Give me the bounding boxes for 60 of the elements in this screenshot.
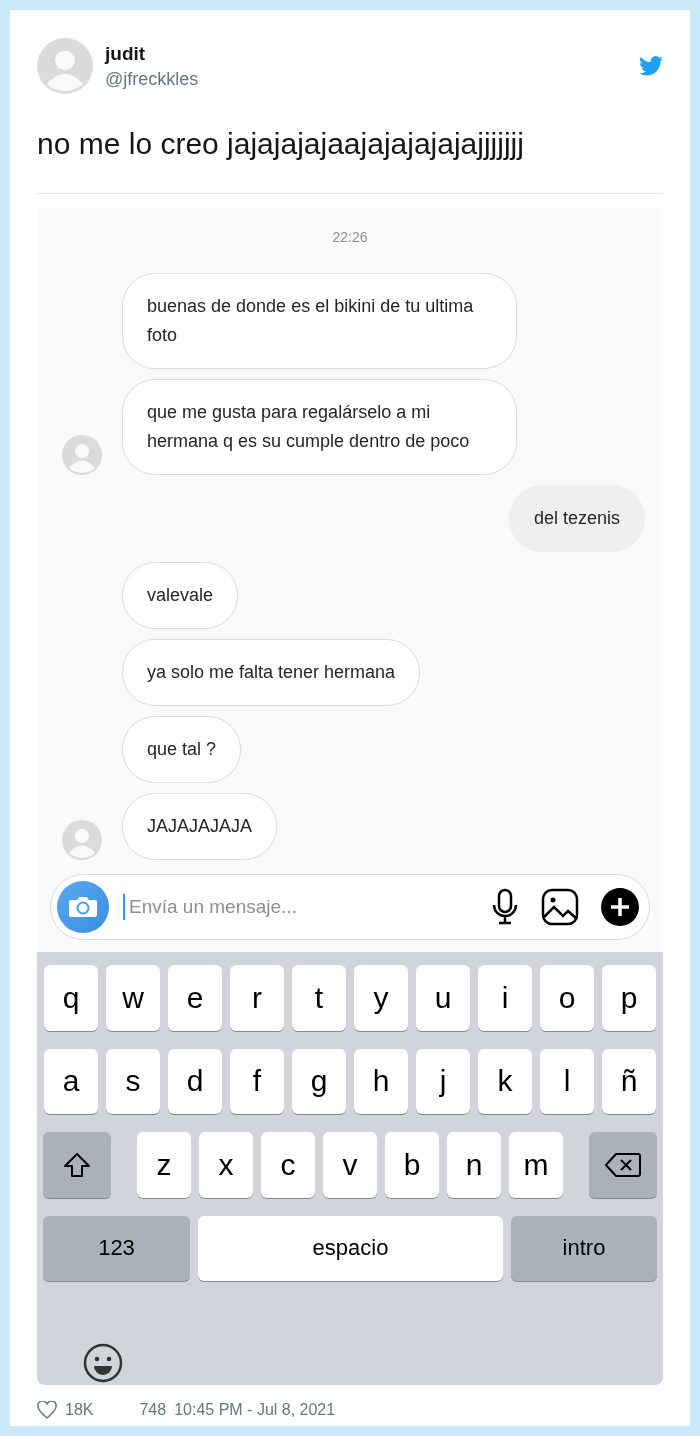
- keyboard-key[interactable]: s: [106, 1048, 160, 1114]
- message-input[interactable]: Envía un mensaje...: [127, 895, 481, 919]
- camera-icon: [68, 895, 98, 919]
- return-key[interactable]: intro: [511, 1215, 657, 1281]
- bird-icon: [639, 56, 663, 76]
- keyboard-key[interactable]: b: [385, 1132, 439, 1198]
- keyboard-key[interactable]: v: [323, 1132, 377, 1198]
- keyboard-key[interactable]: w: [106, 965, 160, 1031]
- received-message: que tal ?: [122, 716, 242, 783]
- shift-arrow-icon: [63, 1151, 91, 1178]
- camera-button[interactable]: [57, 881, 109, 933]
- image-icon[interactable]: [541, 888, 579, 926]
- keyboard-key[interactable]: t: [292, 965, 346, 1031]
- received-message: que me gusta para regalárselo a mi hermana q es su cumple dentro de poco: [122, 379, 517, 475]
- keyboard-key[interactable]: g: [292, 1048, 346, 1114]
- keyboard-key[interactable]: p: [602, 965, 656, 1031]
- keyboard-key[interactable]: q: [44, 965, 98, 1031]
- keyboard-key[interactable]: x: [199, 1132, 253, 1198]
- keyboard-key[interactable]: m: [509, 1132, 563, 1198]
- received-message: JAJAJAJAJA: [122, 793, 278, 860]
- message-time: 22:26: [331, 228, 369, 247]
- backspace-icon: [605, 1151, 641, 1178]
- tweet-timestamp: 10:45 PM - Jul 8, 2021: [174, 1401, 336, 1419]
- keyboard-key[interactable]: j: [416, 1048, 470, 1114]
- keyboard-key[interactable]: a: [44, 1048, 98, 1114]
- keyboard-key[interactable]: e: [168, 965, 222, 1031]
- emoji-key[interactable]: [81, 1341, 125, 1385]
- microphone-icon[interactable]: [491, 888, 519, 926]
- received-message: ya solo me falta tener hermana: [122, 639, 421, 706]
- keyboard-key[interactable]: r: [230, 965, 284, 1031]
- keyboard-key[interactable]: h: [354, 1048, 408, 1114]
- keyboard-key[interactable]: ñ: [602, 1048, 656, 1114]
- shift-key[interactable]: [43, 1132, 111, 1198]
- received-message: valevale: [122, 562, 239, 629]
- plus-icon[interactable]: [601, 888, 639, 926]
- keyboard-key[interactable]: k: [478, 1048, 532, 1114]
- retweet-count: 748: [139, 1401, 167, 1419]
- keyboard-key[interactable]: i: [478, 965, 532, 1031]
- keyboard-key[interactable]: c: [261, 1132, 315, 1198]
- keyboard-key[interactable]: d: [168, 1048, 222, 1114]
- keyboard-key[interactable]: o: [540, 965, 594, 1031]
- author-name: judit: [105, 42, 147, 65]
- keyboard-key[interactable]: u: [416, 965, 470, 1031]
- text-cursor: [123, 894, 125, 920]
- keyboard-key[interactable]: l: [540, 1048, 594, 1114]
- like-count: 18K: [65, 1401, 94, 1419]
- author-handle: @jfreckkles: [105, 68, 200, 90]
- avatar: [37, 38, 93, 94]
- backspace-key[interactable]: [589, 1132, 657, 1198]
- received-message: buenas de donde es el bikini de tu ultima foto: [122, 273, 517, 369]
- tweet-text: no me lo creo jajajajajaajajajajajajjjjjjj: [37, 126, 525, 162]
- keyboard-key[interactable]: z: [137, 1132, 191, 1198]
- keyboard-key[interactable]: f: [230, 1048, 284, 1114]
- heart-icon: [37, 1401, 57, 1419]
- space-key[interactable]: espacio: [198, 1215, 503, 1281]
- keyboard-key[interactable]: y: [354, 965, 408, 1031]
- numbers-key[interactable]: 123: [43, 1215, 190, 1281]
- keyboard-key[interactable]: n: [447, 1132, 501, 1198]
- sent-message: del tezenis: [508, 485, 645, 552]
- smiley-icon: [83, 1343, 123, 1383]
